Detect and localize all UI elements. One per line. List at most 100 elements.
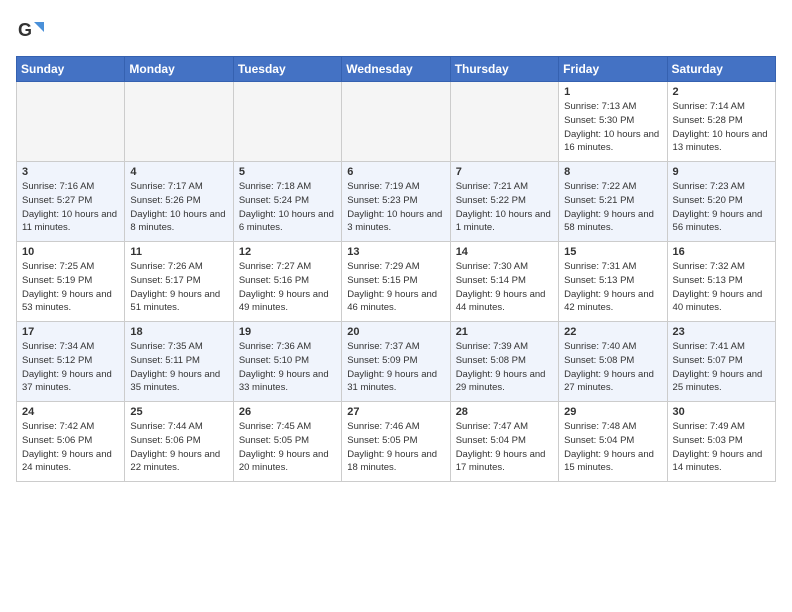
day-info: Sunrise: 7:41 AM Sunset: 5:07 PM Dayligh… xyxy=(673,340,770,395)
day-number: 29 xyxy=(564,406,661,418)
day-number: 5 xyxy=(239,166,336,178)
calendar-cell: 23 Sunrise: 7:41 AM Sunset: 5:07 PM Dayli… xyxy=(667,322,775,402)
day-number: 1 xyxy=(564,86,661,98)
calendar-week-row: 3 Sunrise: 7:16 AM Sunset: 5:27 PM Daylig… xyxy=(17,162,776,242)
day-info: Sunrise: 7:14 AM Sunset: 5:28 PM Dayligh… xyxy=(673,100,770,155)
weekday-header-friday: Friday xyxy=(559,57,667,82)
day-info: Sunrise: 7:17 AM Sunset: 5:26 PM Dayligh… xyxy=(130,180,227,235)
calendar-table: SundayMondayTuesdayWednesdayThursdayFrid… xyxy=(16,56,776,482)
day-info: Sunrise: 7:40 AM Sunset: 5:08 PM Dayligh… xyxy=(564,340,661,395)
day-number: 28 xyxy=(456,406,553,418)
calendar-cell: 9 Sunrise: 7:23 AM Sunset: 5:20 PM Daylig… xyxy=(667,162,775,242)
calendar-week-row: 17 Sunrise: 7:34 AM Sunset: 5:12 PM Dayli… xyxy=(17,322,776,402)
calendar-cell: 12 Sunrise: 7:27 AM Sunset: 5:16 PM Dayli… xyxy=(233,242,341,322)
calendar-cell: 6 Sunrise: 7:19 AM Sunset: 5:23 PM Daylig… xyxy=(342,162,450,242)
day-number: 15 xyxy=(564,246,661,258)
day-number: 2 xyxy=(673,86,770,98)
logo: G xyxy=(16,16,48,44)
calendar-cell: 8 Sunrise: 7:22 AM Sunset: 5:21 PM Daylig… xyxy=(559,162,667,242)
day-info: Sunrise: 7:36 AM Sunset: 5:10 PM Dayligh… xyxy=(239,340,336,395)
day-number: 18 xyxy=(130,326,227,338)
svg-text:G: G xyxy=(18,20,32,40)
day-number: 21 xyxy=(456,326,553,338)
day-number: 12 xyxy=(239,246,336,258)
calendar-cell: 27 Sunrise: 7:46 AM Sunset: 5:05 PM Dayli… xyxy=(342,402,450,482)
day-info: Sunrise: 7:39 AM Sunset: 5:08 PM Dayligh… xyxy=(456,340,553,395)
calendar-cell: 28 Sunrise: 7:47 AM Sunset: 5:04 PM Dayli… xyxy=(450,402,558,482)
day-number: 16 xyxy=(673,246,770,258)
day-info: Sunrise: 7:25 AM Sunset: 5:19 PM Dayligh… xyxy=(22,260,119,315)
calendar-cell: 21 Sunrise: 7:39 AM Sunset: 5:08 PM Dayli… xyxy=(450,322,558,402)
calendar-week-row: 1 Sunrise: 7:13 AM Sunset: 5:30 PM Daylig… xyxy=(17,82,776,162)
day-info: Sunrise: 7:34 AM Sunset: 5:12 PM Dayligh… xyxy=(22,340,119,395)
weekday-header-sunday: Sunday xyxy=(17,57,125,82)
day-info: Sunrise: 7:13 AM Sunset: 5:30 PM Dayligh… xyxy=(564,100,661,155)
calendar-week-row: 10 Sunrise: 7:25 AM Sunset: 5:19 PM Dayli… xyxy=(17,242,776,322)
calendar-cell xyxy=(125,82,233,162)
day-number: 9 xyxy=(673,166,770,178)
calendar-cell xyxy=(450,82,558,162)
day-info: Sunrise: 7:19 AM Sunset: 5:23 PM Dayligh… xyxy=(347,180,444,235)
calendar-cell: 2 Sunrise: 7:14 AM Sunset: 5:28 PM Daylig… xyxy=(667,82,775,162)
calendar-cell: 1 Sunrise: 7:13 AM Sunset: 5:30 PM Daylig… xyxy=(559,82,667,162)
calendar-cell: 20Sunrise: 7:37 AM Sunset: 5:09 PM Dayli… xyxy=(342,322,450,402)
day-info: Sunrise: 7:35 AM Sunset: 5:11 PM Dayligh… xyxy=(130,340,227,395)
day-number: 4 xyxy=(130,166,227,178)
day-number: 7 xyxy=(456,166,553,178)
day-info: Sunrise: 7:44 AM Sunset: 5:06 PM Dayligh… xyxy=(130,420,227,475)
weekday-header-thursday: Thursday xyxy=(450,57,558,82)
weekday-header-wednesday: Wednesday xyxy=(342,57,450,82)
day-info: Sunrise: 7:22 AM Sunset: 5:21 PM Dayligh… xyxy=(564,180,661,235)
calendar-cell: 14 Sunrise: 7:30 AM Sunset: 5:14 PM Dayli… xyxy=(450,242,558,322)
calendar-cell xyxy=(17,82,125,162)
calendar-cell: 16 Sunrise: 7:32 AM Sunset: 5:13 PM Dayli… xyxy=(667,242,775,322)
day-info: Sunrise: 7:29 AM Sunset: 5:15 PM Dayligh… xyxy=(347,260,444,315)
calendar-cell: 24 Sunrise: 7:42 AM Sunset: 5:06 PM Dayli… xyxy=(17,402,125,482)
calendar-cell: 17 Sunrise: 7:34 AM Sunset: 5:12 PM Dayli… xyxy=(17,322,125,402)
day-number: 26 xyxy=(239,406,336,418)
calendar-cell: 25 Sunrise: 7:44 AM Sunset: 5:06 PM Dayli… xyxy=(125,402,233,482)
weekday-header-monday: Monday xyxy=(125,57,233,82)
day-number: 25 xyxy=(130,406,227,418)
day-number: 13 xyxy=(347,246,444,258)
day-info: Sunrise: 7:18 AM Sunset: 5:24 PM Dayligh… xyxy=(239,180,336,235)
day-number: 6 xyxy=(347,166,444,178)
day-number: 17 xyxy=(22,326,119,338)
day-number: 27 xyxy=(347,406,444,418)
day-info: Sunrise: 7:27 AM Sunset: 5:16 PM Dayligh… xyxy=(239,260,336,315)
page-header: G xyxy=(16,16,776,44)
day-number: 23 xyxy=(673,326,770,338)
day-info: Sunrise: 7:23 AM Sunset: 5:20 PM Dayligh… xyxy=(673,180,770,235)
day-number: 22 xyxy=(564,326,661,338)
day-number: 30 xyxy=(673,406,770,418)
day-info: Sunrise: 7:46 AM Sunset: 5:05 PM Dayligh… xyxy=(347,420,444,475)
calendar-cell: 7 Sunrise: 7:21 AM Sunset: 5:22 PM Daylig… xyxy=(450,162,558,242)
calendar-cell: 26Sunrise: 7:45 AM Sunset: 5:05 PM Dayli… xyxy=(233,402,341,482)
day-info: Sunrise: 7:42 AM Sunset: 5:06 PM Dayligh… xyxy=(22,420,119,475)
day-info: Sunrise: 7:48 AM Sunset: 5:04 PM Dayligh… xyxy=(564,420,661,475)
day-info: Sunrise: 7:32 AM Sunset: 5:13 PM Dayligh… xyxy=(673,260,770,315)
weekday-header-tuesday: Tuesday xyxy=(233,57,341,82)
calendar-cell: 10 Sunrise: 7:25 AM Sunset: 5:19 PM Dayli… xyxy=(17,242,125,322)
day-info: Sunrise: 7:21 AM Sunset: 5:22 PM Dayligh… xyxy=(456,180,553,235)
calendar-cell: 11Sunrise: 7:26 AM Sunset: 5:17 PM Dayli… xyxy=(125,242,233,322)
day-number: 10 xyxy=(22,246,119,258)
day-info: Sunrise: 7:49 AM Sunset: 5:03 PM Dayligh… xyxy=(673,420,770,475)
calendar-cell: 22 Sunrise: 7:40 AM Sunset: 5:08 PM Dayli… xyxy=(559,322,667,402)
day-number: 8 xyxy=(564,166,661,178)
day-number: 14 xyxy=(456,246,553,258)
day-number: 3 xyxy=(22,166,119,178)
day-info: Sunrise: 7:31 AM Sunset: 5:13 PM Dayligh… xyxy=(564,260,661,315)
calendar-cell: 15 Sunrise: 7:31 AM Sunset: 5:13 PM Dayli… xyxy=(559,242,667,322)
calendar-cell xyxy=(233,82,341,162)
day-number: 20 xyxy=(347,326,444,338)
calendar-cell: 4 Sunrise: 7:17 AM Sunset: 5:26 PM Daylig… xyxy=(125,162,233,242)
day-number: 24 xyxy=(22,406,119,418)
weekday-header-row: SundayMondayTuesdayWednesdayThursdayFrid… xyxy=(17,57,776,82)
day-info: Sunrise: 7:16 AM Sunset: 5:27 PM Dayligh… xyxy=(22,180,119,235)
calendar-week-row: 24 Sunrise: 7:42 AM Sunset: 5:06 PM Dayli… xyxy=(17,402,776,482)
day-info: Sunrise: 7:47 AM Sunset: 5:04 PM Dayligh… xyxy=(456,420,553,475)
day-info: Sunrise: 7:30 AM Sunset: 5:14 PM Dayligh… xyxy=(456,260,553,315)
calendar-cell: 13 Sunrise: 7:29 AM Sunset: 5:15 PM Dayli… xyxy=(342,242,450,322)
calendar-cell: 19Sunrise: 7:36 AM Sunset: 5:10 PM Dayli… xyxy=(233,322,341,402)
